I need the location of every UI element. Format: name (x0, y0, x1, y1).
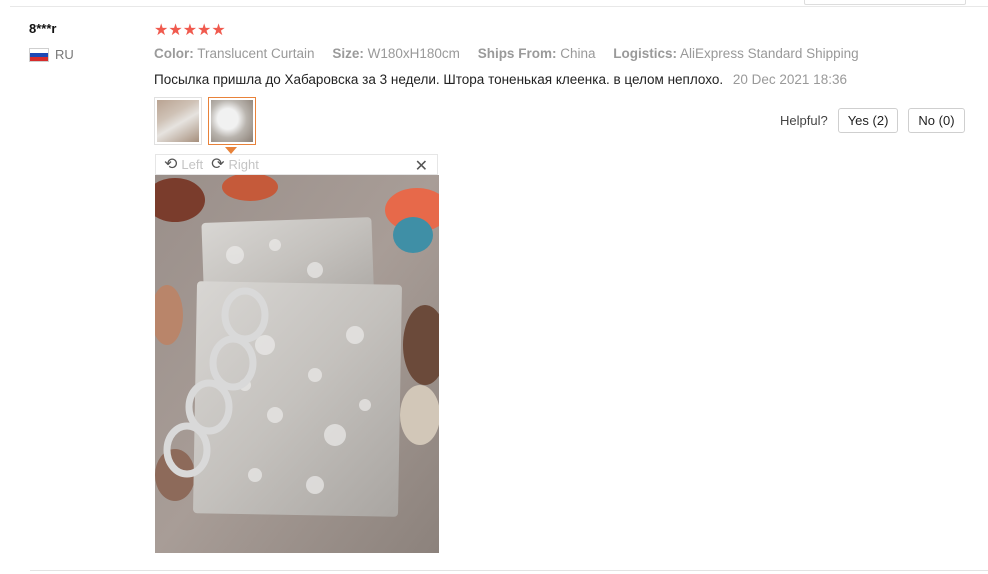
review-thumbnail-2[interactable] (208, 97, 256, 145)
helpful-no-button[interactable]: No (0) (908, 108, 965, 133)
close-icon[interactable]: ✕ (415, 156, 428, 176)
review-thumbnails (154, 97, 256, 145)
helpful-section: Helpful? Yes (2) No (0) (780, 108, 965, 133)
review-date: 20 Dec 2021 18:36 (732, 72, 847, 87)
helpful-yes-button[interactable]: Yes (2) (837, 108, 899, 133)
review-photo (155, 175, 439, 553)
attr-color: Color: Translucent Curtain (154, 46, 315, 61)
bottom-divider (30, 570, 988, 571)
rotate-right-button[interactable]: ⟳ Right (211, 155, 259, 173)
attr-logistics: Logistics: AliExpress Standard Shipping (613, 46, 859, 61)
product-attributes: Color: Translucent Curtain Size: W180xH1… (154, 46, 873, 61)
image-viewer-toolbar: ⟲ Left ⟳ Right ✕ (155, 154, 438, 175)
country-code: RU (55, 47, 74, 62)
star-rating: ★★★★★ (154, 22, 226, 39)
review-thumbnail-1[interactable] (154, 97, 202, 145)
top-divider (10, 6, 988, 7)
russia-flag-icon (29, 47, 49, 62)
helpful-label: Helpful? (780, 113, 828, 128)
review-text-line: Посылка пришла до Хабаровска за 3 недели… (154, 72, 847, 87)
rotate-left-button[interactable]: ⟲ Left (164, 155, 203, 173)
rotate-left-icon: ⟲ (164, 155, 178, 173)
attr-size: Size: W180xH180cm (332, 46, 460, 61)
top-control-edge (804, 0, 966, 5)
active-thumbnail-caret (225, 147, 237, 154)
attr-ships-from: Ships From: China (477, 46, 596, 61)
reviewer-country: RU (29, 47, 74, 62)
review-text: Посылка пришла до Хабаровска за 3 недели… (154, 72, 724, 87)
reviewer-name: 8***r (29, 21, 57, 36)
rotate-right-icon: ⟳ (211, 155, 225, 173)
